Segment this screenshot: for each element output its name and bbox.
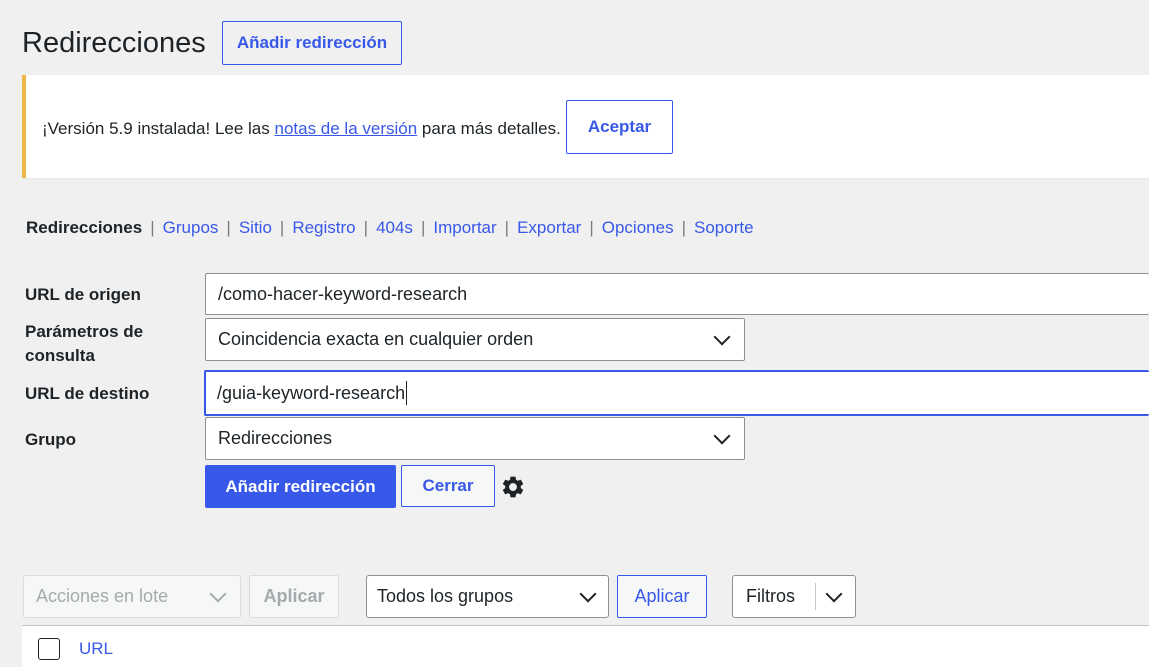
query-params-value: Coincidencia exacta en cualquier orden	[218, 329, 534, 349]
close-button[interactable]: Cerrar	[401, 465, 495, 507]
column-header-url[interactable]: URL	[79, 638, 113, 660]
chevron-down-icon	[209, 585, 227, 602]
nav-separator: |	[589, 218, 594, 237]
release-notes-link[interactable]: notas de la versión	[274, 119, 417, 138]
page-title: Redirecciones	[22, 27, 206, 59]
chevron-down-icon	[825, 585, 842, 602]
notice-text-after: para más detalles.	[417, 119, 561, 138]
add-redirect-button[interactable]: Añadir redirección	[222, 21, 402, 65]
nav-item-log[interactable]: Registro	[292, 217, 355, 239]
table-header	[22, 625, 1149, 667]
nav-item-export[interactable]: Exportar	[517, 217, 581, 239]
nav-item-redirects[interactable]: Redirecciones	[26, 217, 142, 239]
nav-separator: |	[363, 218, 369, 237]
target-url-value: /guia-keyword-research	[217, 382, 406, 403]
nav-item-options[interactable]: Opciones	[602, 217, 674, 239]
target-url-input[interactable]: /guia-keyword-research	[204, 370, 1149, 416]
nav-item-404s[interactable]: 404s	[376, 217, 413, 239]
nav-separator: |	[279, 218, 285, 237]
notice-text: ¡Versión 5.9 instalada! Lee las notas de…	[42, 118, 561, 140]
query-params-label: Parámetros de consulta	[25, 322, 144, 365]
source-url-label: URL de origen	[25, 285, 141, 304]
group-label: Grupo	[25, 430, 76, 449]
submit-redirect-button[interactable]: Añadir redirección	[205, 465, 396, 508]
nav-separator: |	[150, 218, 155, 237]
target-url-label: URL de destino	[25, 384, 150, 403]
bulk-actions-placeholder: Acciones en lote	[36, 586, 169, 606]
apply-filter-button[interactable]: Aplicar	[617, 575, 707, 618]
gear-icon[interactable]	[500, 474, 526, 500]
chevron-down-icon	[713, 427, 731, 444]
nav-separator: |	[681, 218, 686, 237]
nav-separator: |	[504, 218, 510, 237]
select-all-checkbox[interactable]	[38, 638, 60, 660]
accept-button[interactable]: Aceptar	[566, 100, 673, 154]
query-params-select[interactable]: Coincidencia exacta en cualquier orden	[205, 318, 745, 361]
source-url-value: /como-hacer-keyword-research	[218, 283, 468, 304]
nav-item-groups[interactable]: Grupos	[163, 217, 219, 239]
group-filter-select[interactable]: Todos los grupos	[366, 575, 609, 618]
group-select[interactable]: Redirecciones	[205, 417, 745, 460]
nav-item-import[interactable]: Importar	[433, 217, 496, 239]
bulk-apply-button: Aplicar	[249, 575, 339, 618]
nav-item-support[interactable]: Soporte	[694, 217, 754, 239]
subsubsub-nav: Redirecciones | Grupos | Sitio | Registr…	[26, 217, 754, 239]
notice-text-before: ¡Versión 5.9 instalada! Lee las	[42, 119, 275, 138]
source-url-input[interactable]: /como-hacer-keyword-research	[205, 273, 1149, 315]
group-filter-value: Todos los grupos	[377, 586, 514, 606]
chevron-down-icon	[579, 585, 597, 602]
filters-label: Filtros	[746, 586, 795, 606]
nav-separator: |	[420, 218, 426, 237]
nav-separator: |	[226, 218, 231, 237]
nav-item-site[interactable]: Sitio	[239, 217, 272, 239]
filters-dropdown[interactable]: Filtros	[732, 575, 856, 618]
group-value: Redirecciones	[218, 428, 333, 448]
chevron-down-icon	[713, 328, 731, 345]
text-cursor	[406, 381, 408, 405]
bulk-actions-select: Acciones en lote	[23, 575, 241, 618]
